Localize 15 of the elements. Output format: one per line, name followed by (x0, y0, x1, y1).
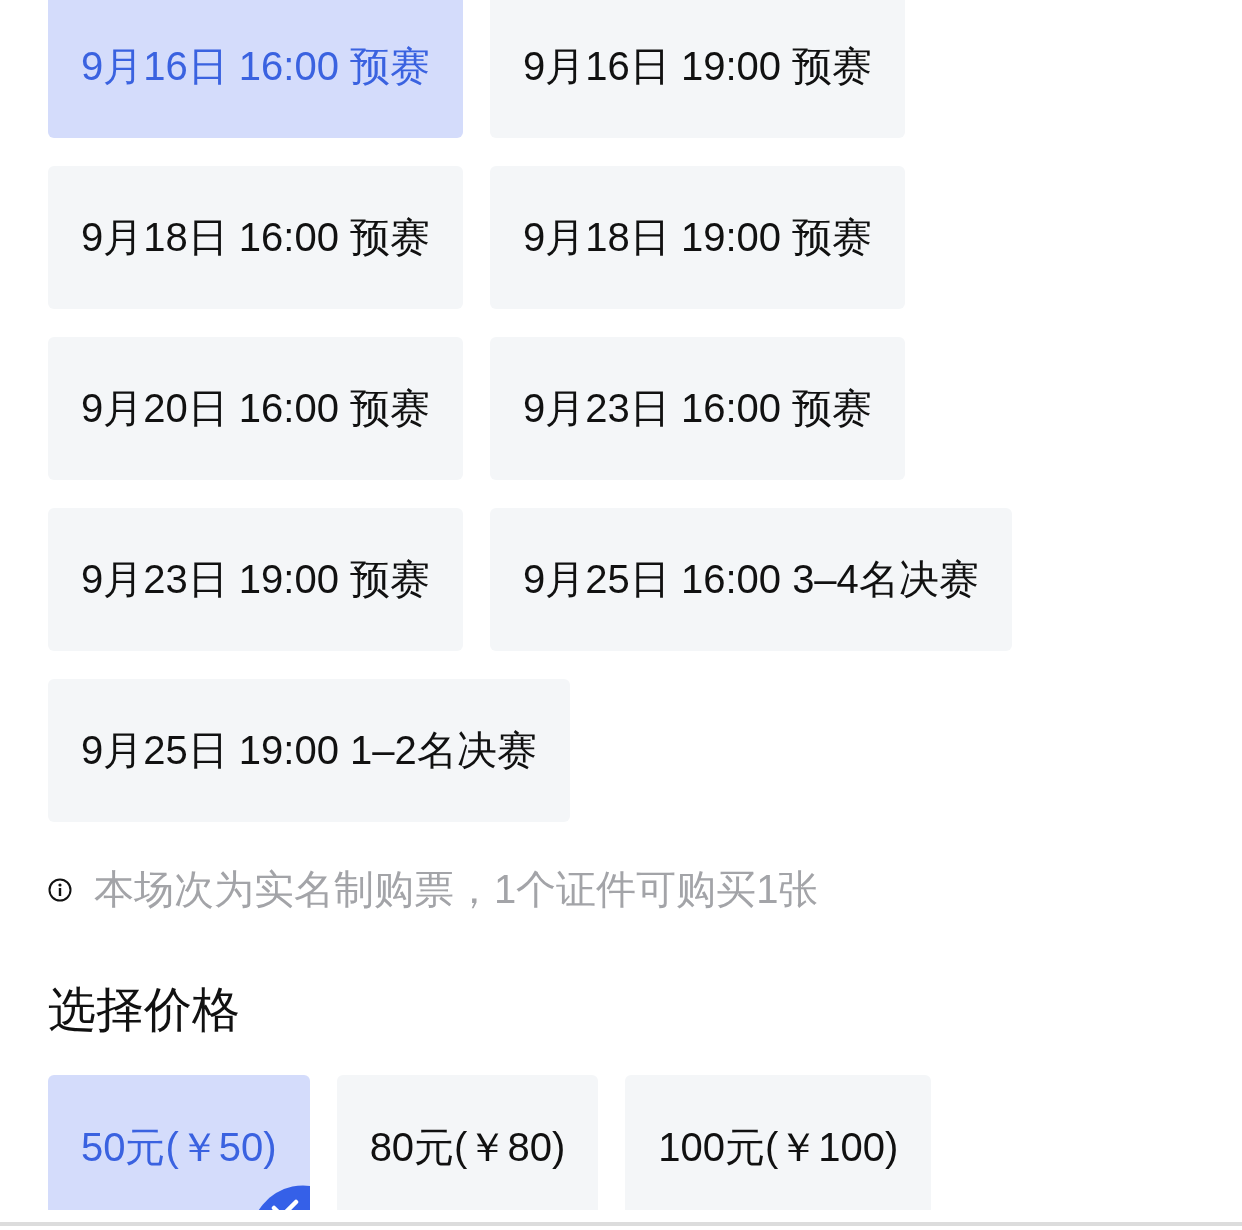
session-option[interactable]: 9月20日 16:00 预赛 (48, 337, 464, 480)
price-option[interactable]: 80元(￥80) (336, 1074, 599, 1210)
price-option[interactable]: 50元(￥50) (48, 1074, 310, 1210)
session-option[interactable]: 9月25日 16:00 3–4名决赛 (490, 508, 1012, 651)
price-option[interactable]: 100元(￥100) (625, 1074, 932, 1210)
session-option[interactable]: 9月23日 19:00 预赛 (48, 508, 464, 651)
session-option[interactable]: 9月18日 16:00 预赛 (48, 166, 464, 309)
session-option[interactable]: 9月16日 19:00 预赛 (490, 0, 906, 138)
section-title: 选择价格 (48, 982, 241, 1038)
notice-text: 本场次为实名制购票，1个证件可购买1张 (94, 866, 819, 913)
session-option[interactable]: 9月23日 16:00 预赛 (490, 337, 906, 480)
session-option[interactable]: 9月18日 19:00 预赛 (490, 166, 906, 309)
info-icon (48, 877, 72, 902)
session-option[interactable]: 9月16日 16:00 预赛 (48, 0, 464, 138)
session-option[interactable]: 9月25日 19:00 1–2名决赛 (48, 679, 570, 822)
